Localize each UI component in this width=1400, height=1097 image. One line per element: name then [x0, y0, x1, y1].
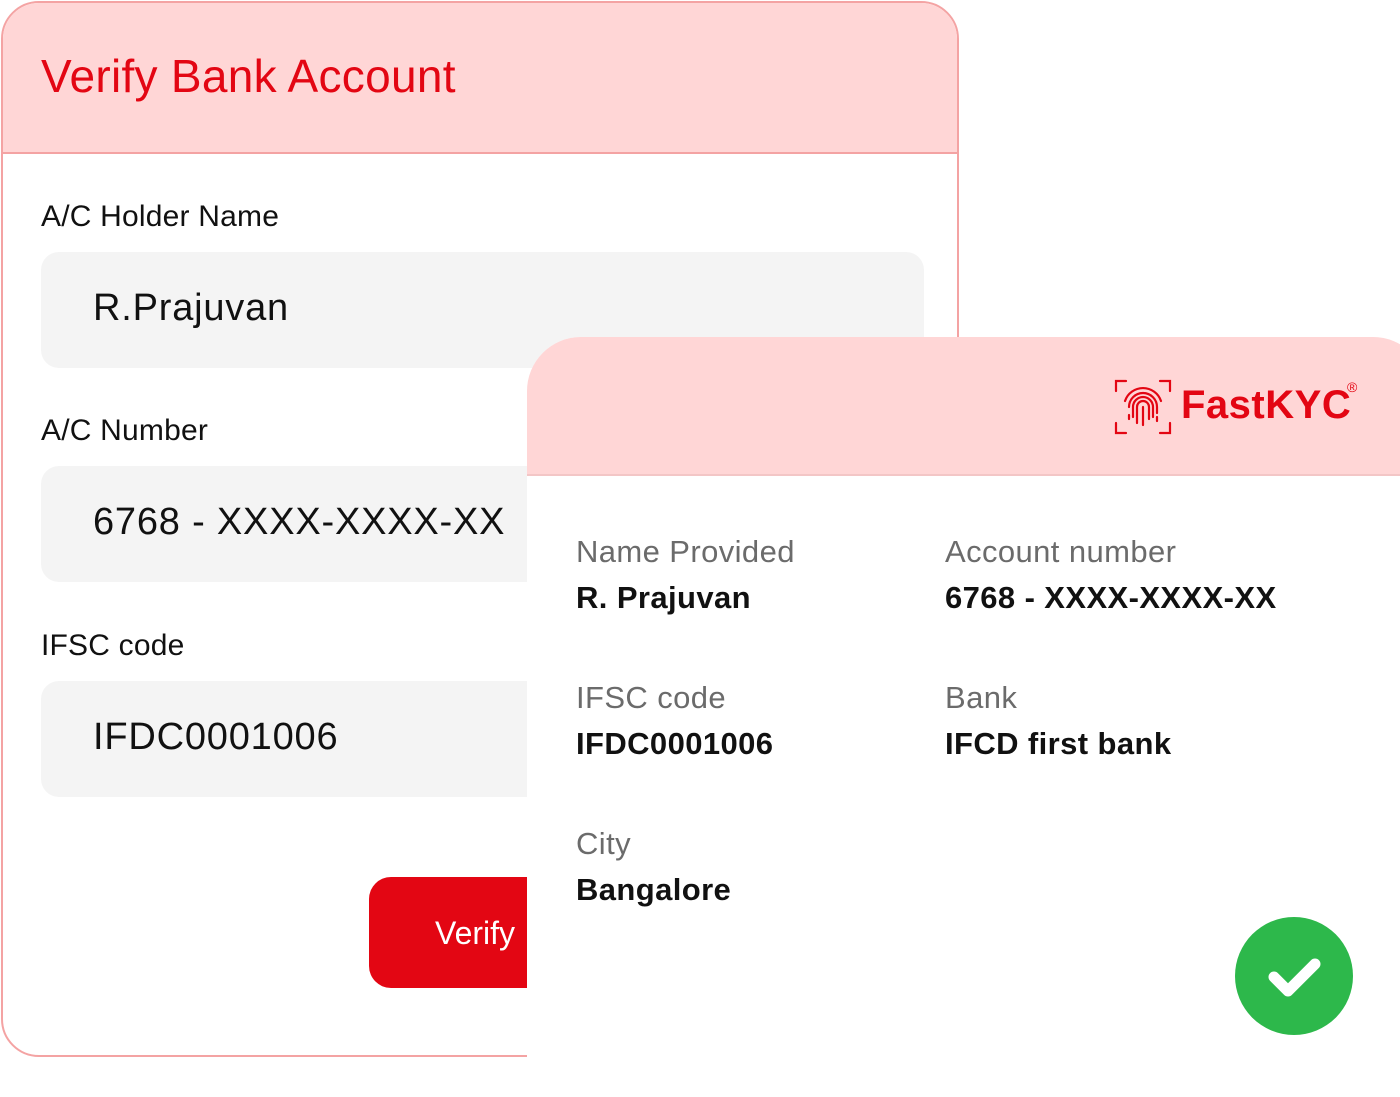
city-detail: City Bangalore [576, 826, 731, 908]
account-number-value: 6768 - XXXX-XXXX-XX [93, 501, 506, 543]
result-header: FastKYC ® [527, 337, 1400, 476]
ifsc-code-detail: IFSC code IFDC0001006 [576, 680, 773, 762]
check-circle-icon [1235, 917, 1353, 1035]
name-provided-label: Name Provided [576, 534, 795, 569]
account-number-label: A/C Number [41, 414, 209, 447]
bank-detail: Bank IFCD first bank [945, 680, 1171, 762]
account-number-detail-value: 6768 - XXXX-XXXX-XX [945, 580, 1277, 615]
fingerprint-icon [1114, 379, 1172, 435]
account-number-detail-label: Account number [945, 534, 1177, 569]
registered-mark: ® [1347, 379, 1358, 395]
account-holder-name-label: A/C Holder Name [41, 200, 280, 233]
verify-button-label: Verify [435, 915, 516, 951]
fastkyc-brand-name: FastKYC [1181, 383, 1352, 427]
bank-detail-label: Bank [945, 680, 1018, 715]
bank-detail-value: IFCD first bank [945, 726, 1172, 761]
name-provided-detail: Name Provided R. Prajuvan [576, 534, 795, 616]
name-provided-value: R. Prajuvan [576, 580, 751, 615]
ifsc-code-detail-value: IFDC0001006 [576, 726, 774, 761]
checkmark-icon [1268, 958, 1321, 997]
account-holder-name-value: R.Prajuvan [93, 287, 289, 329]
city-detail-value: Bangalore [576, 872, 732, 907]
form-title: Verify Bank Account [41, 50, 456, 102]
ifsc-code-label: IFSC code [41, 629, 185, 662]
form-header: Verify Bank Account [3, 3, 957, 154]
ifsc-code-detail-label: IFSC code [576, 680, 727, 715]
verification-result-card: FastKYC ® Name Provided R. Prajuvan Acco… [527, 337, 1400, 1097]
account-number-detail: Account number 6768 - XXXX-XXXX-XX [945, 534, 1277, 616]
ifsc-code-value: IFDC0001006 [93, 716, 339, 758]
city-detail-label: City [576, 826, 631, 861]
